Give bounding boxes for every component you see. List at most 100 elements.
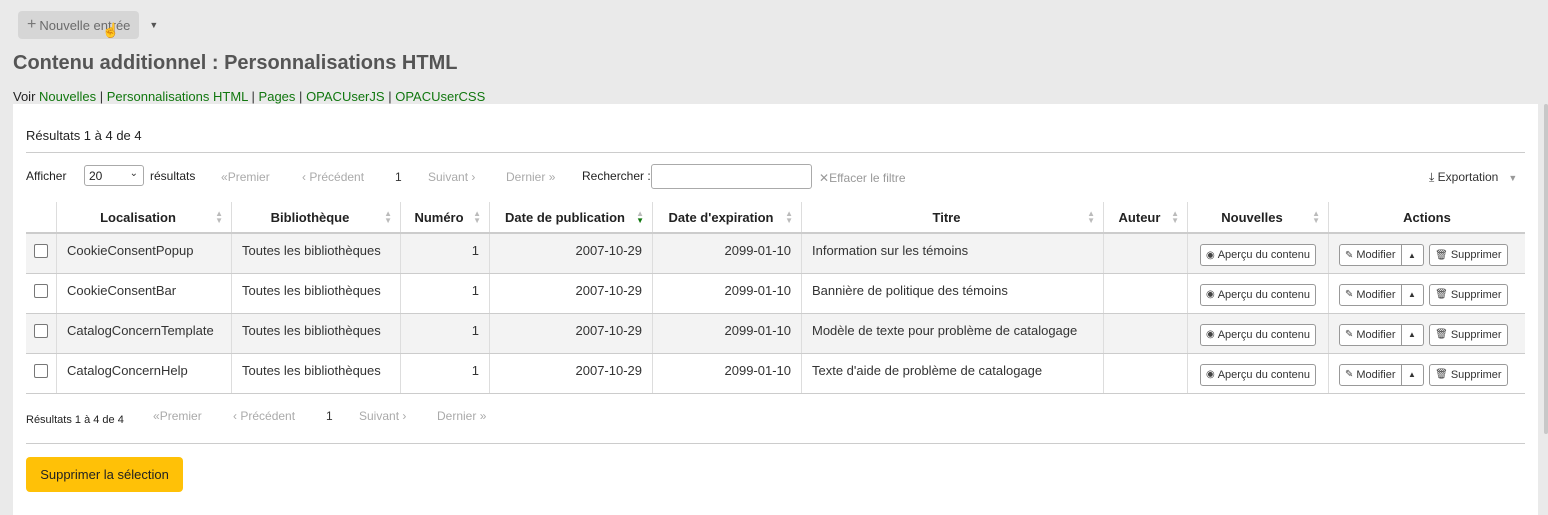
edit-button[interactable]: ✎ Modifier — [1339, 363, 1402, 386]
preview-content-button[interactable]: ◉ Aperçu du contenu — [1199, 244, 1317, 266]
row-checkbox[interactable] — [34, 363, 48, 378]
cell-author — [1103, 233, 1188, 274]
delete-button[interactable]: 🗑 Supprimer — [1429, 363, 1508, 386]
link-pages[interactable]: Pages — [259, 89, 296, 104]
sort-icon: ▲ ▼ — [1171, 209, 1179, 225]
pagination-last[interactable]: Dernier » — [506, 170, 555, 184]
preview-content-button[interactable]: ◉ Aperçu du contenu — [1199, 283, 1317, 306]
header-title[interactable]: Titre ▲ ▼ — [801, 202, 1104, 234]
link-news[interactable]: Nouvelles — [39, 89, 96, 104]
sort-icon: ▲ ▼ — [1312, 209, 1320, 225]
edit-button[interactable]: ✎ Modifier — [1339, 244, 1402, 266]
header-actions: Actions — [1328, 202, 1525, 234]
show-label: Afficher — [26, 169, 67, 183]
delete-button[interactable]: 🗑 Supprimer — [1429, 283, 1508, 306]
pagination-last-bottom[interactable]: Dernier » — [437, 409, 486, 423]
row-select[interactable] — [26, 273, 57, 314]
row-select[interactable] — [26, 353, 57, 394]
pagination-first-bottom[interactable]: «Premier — [153, 409, 202, 423]
new-entry-button[interactable]: + Nouvelle entrée — [18, 11, 140, 39]
search-input[interactable] — [651, 164, 812, 189]
page-scrollbar[interactable] — [1544, 104, 1548, 434]
cell-expiration-date: 2099-01-10 — [652, 353, 802, 394]
header-publication-date[interactable]: Date de publication ▲ ▼ — [489, 202, 653, 234]
results-summary-bottom: Résultats 1 à 4 de 4 — [26, 414, 124, 426]
cell-location: CookieConsentPopup — [56, 233, 232, 274]
row-checkbox[interactable] — [34, 244, 48, 258]
header-author[interactable]: Auteur ▲ ▼ — [1103, 202, 1188, 234]
page-size-select[interactable]: 20 ⌄ — [84, 165, 144, 186]
chevron-right-icon: › — [399, 409, 407, 423]
eye-icon: ◉ — [1205, 249, 1215, 261]
header-location[interactable]: Localisation ▲ ▼ — [56, 202, 232, 234]
edit-button[interactable]: ✎ Modifier — [1339, 283, 1402, 306]
edit-dropdown-toggle[interactable]: ▲ — [1401, 283, 1424, 306]
cell-publication-date: 2007-10-29 — [489, 353, 653, 394]
row-checkbox[interactable] — [34, 323, 48, 338]
divider — [26, 443, 1525, 444]
sort-icon: ▲ ▼ — [1087, 209, 1095, 225]
chevron-right-icon: › — [468, 170, 476, 184]
results-summary-top: Résultats 1 à 4 de 4 — [26, 128, 142, 143]
preview-content-button[interactable]: ◉ Aperçu du contenu — [1199, 323, 1317, 346]
header-library[interactable]: Bibliothèque ▲ ▼ — [231, 202, 401, 234]
header-number[interactable]: Numéro ▲ ▼ — [400, 202, 490, 234]
edit-dropdown-toggle[interactable]: ▲ — [1401, 323, 1424, 346]
pagination-next-bottom[interactable]: Suivant › — [359, 409, 406, 423]
table-row: CookieConsentPopup Toutes les bibliothèq… — [26, 233, 1525, 274]
cell-expiration-date: 2099-01-10 — [652, 233, 802, 274]
export-button[interactable]: ⤓ Exportation ▼ — [1429, 170, 1517, 185]
clear-filter-button[interactable]: ✕Effacer le filtre — [819, 171, 906, 185]
delete-selection-button[interactable]: Supprimer la sélection — [26, 457, 183, 492]
link-opacuserjs[interactable]: OPACUserJS — [306, 89, 385, 104]
delete-button[interactable]: 🗑 Supprimer — [1429, 244, 1508, 266]
eye-icon: ◉ — [1205, 369, 1215, 380]
edit-dropdown-toggle[interactable]: ▲ — [1401, 244, 1424, 266]
edit-button[interactable]: ✎ Modifier — [1339, 323, 1402, 346]
preview-content-button[interactable]: ◉ Aperçu du contenu — [1199, 363, 1317, 386]
divider — [26, 152, 1525, 153]
cell-news: ◉ Aperçu du contenu — [1187, 353, 1329, 394]
cell-location: CookieConsentBar — [56, 273, 232, 314]
header-news[interactable]: Nouvelles ▲ ▼ — [1187, 202, 1329, 234]
cell-title: Texte d'aide de problème de catalogage — [801, 353, 1104, 394]
cell-number: 1 — [400, 313, 490, 354]
edit-button-group: ✎ Modifier ▲ — [1339, 363, 1424, 386]
cell-publication-date: 2007-10-29 — [489, 313, 653, 354]
pagination-previous-bottom[interactable]: ‹ Précédent — [233, 409, 295, 423]
pagination-first[interactable]: «Premier — [221, 170, 270, 184]
edit-dropdown-toggle[interactable]: ▲ — [1401, 363, 1424, 386]
cell-location: CatalogConcernHelp — [56, 353, 232, 394]
cell-expiration-date: 2099-01-10 — [652, 313, 802, 354]
pagination-next[interactable]: Suivant › — [428, 170, 475, 184]
table-row: CatalogConcernTemplate Toutes les biblio… — [26, 313, 1525, 354]
delete-button[interactable]: 🗑 Supprimer — [1429, 323, 1508, 346]
sort-icon: ▲ ▼ — [215, 209, 223, 225]
pagination-previous[interactable]: ‹ Précédent — [302, 170, 364, 184]
link-html-customizations[interactable]: Personnalisations HTML — [107, 89, 248, 104]
download-icon: ⤓ — [1429, 170, 1438, 184]
chevron-down-icon: ⌄ — [129, 168, 138, 179]
page-size-value: 20 — [89, 169, 103, 183]
new-entry-dropdown-toggle[interactable]: ▼ — [149, 20, 158, 30]
cell-publication-date: 2007-10-29 — [489, 233, 653, 274]
row-checkbox[interactable] — [34, 283, 48, 298]
pagination-current[interactable]: 1 — [395, 170, 402, 184]
cell-actions: ✎ Modifier ▲ 🗑 Supprimer — [1328, 313, 1525, 354]
sort-icon: ▲ ▼ — [785, 209, 793, 225]
edit-button-group: ✎ Modifier ▲ — [1339, 244, 1424, 266]
row-select[interactable] — [26, 313, 57, 354]
cell-expiration-date: 2099-01-10 — [652, 273, 802, 314]
caret-down-icon: ▼ — [1508, 173, 1518, 183]
see-links: Voir Nouvelles | Personnalisations HTML … — [13, 89, 486, 104]
pagination-current-bottom[interactable]: 1 — [326, 409, 333, 423]
row-select[interactable] — [26, 233, 57, 274]
table-row: CatalogConcernHelp Toutes les bibliothèq… — [26, 353, 1525, 394]
cell-title: Modèle de texte pour problème de catalog… — [801, 313, 1104, 354]
double-chevron-right-icon: » — [545, 170, 556, 184]
pencil-icon: ✎ — [1345, 249, 1354, 261]
cell-news: ◉ Aperçu du contenu — [1187, 233, 1329, 274]
header-expiration-date[interactable]: Date d'expiration ▲ ▼ — [652, 202, 802, 234]
cell-number: 1 — [400, 353, 490, 394]
link-opacusercss[interactable]: OPACUserCSS — [395, 89, 485, 104]
